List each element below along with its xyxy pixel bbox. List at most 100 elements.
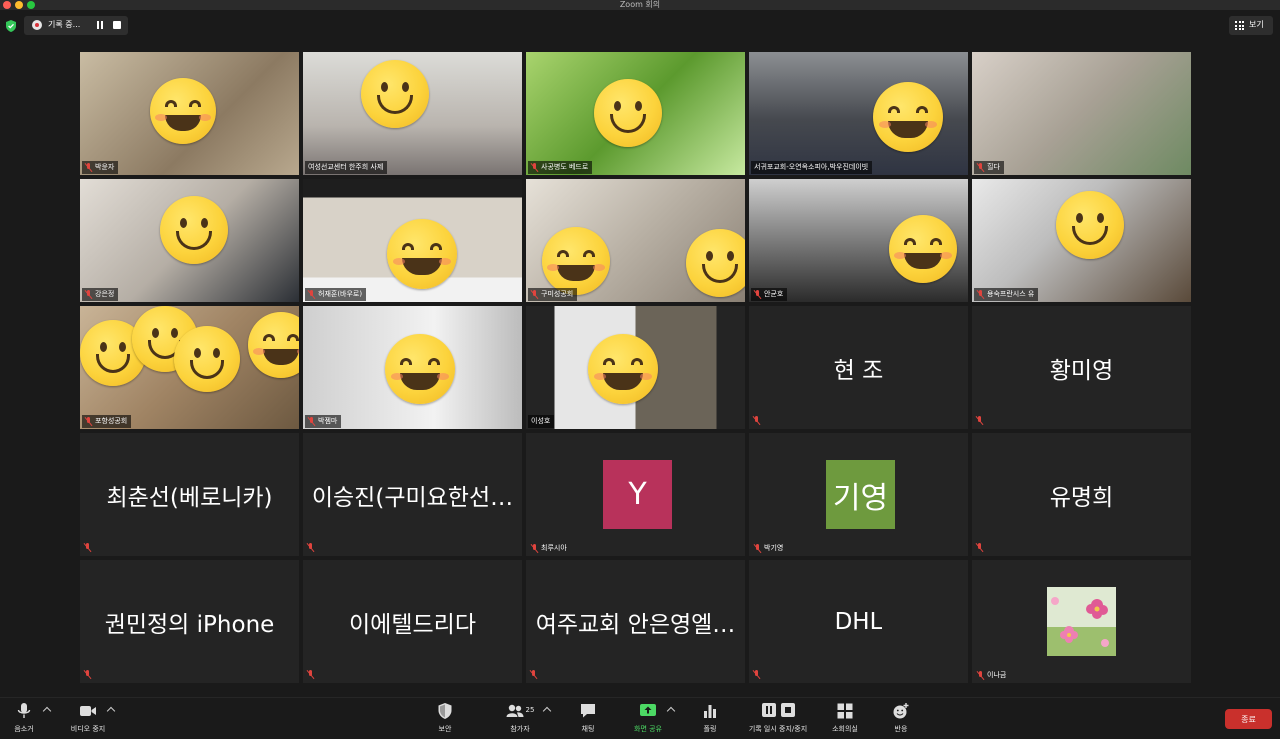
- face-mask-emoji-icon: [174, 326, 240, 392]
- participant-tile[interactable]: 황미영: [972, 306, 1191, 429]
- participant-tile[interactable]: DHL: [749, 560, 968, 683]
- mic-muted-icon: [753, 416, 760, 425]
- face-mask-emoji-icon: [686, 229, 745, 297]
- participant-display-name: 이에텔드리다: [309, 560, 516, 683]
- share-screen-icon: [640, 704, 656, 716]
- participant-tile[interactable]: 여주교회 안은영엘…: [526, 560, 745, 683]
- stop-video-button[interactable]: 비디오 중지: [66, 702, 110, 736]
- polls-button[interactable]: 폴링: [698, 702, 722, 736]
- participant-tile[interactable]: 강은정: [80, 179, 299, 302]
- mic-muted-icon: [531, 290, 538, 299]
- security-label: 보안: [438, 725, 452, 733]
- participant-tile[interactable]: 서귀포교회-오연옥소피아,박우진데이빗: [749, 52, 968, 175]
- video-camera-icon: [80, 706, 96, 716]
- mic-muted-icon: [307, 543, 314, 552]
- chat-label: 채팅: [581, 725, 595, 733]
- participant-name: 유명희: [1049, 484, 1114, 511]
- breakout-rooms-button[interactable]: 소회의실: [828, 702, 862, 736]
- reactions-button[interactable]: 반응: [890, 702, 912, 736]
- face-mask-emoji-icon: [150, 78, 216, 144]
- mic-muted-icon: [753, 670, 760, 679]
- participant-name: 강은정: [95, 290, 115, 298]
- share-screen-button[interactable]: 화면 공유: [628, 702, 668, 736]
- participant-name-label: 박윤자: [82, 161, 119, 174]
- participant-tile[interactable]: 여성선교센터 한주희 사제: [303, 52, 522, 175]
- participant-name-label: 사공병도 베드로: [528, 161, 593, 174]
- participant-name: 이승진(구미요한선…: [311, 484, 514, 511]
- participant-name: 황미영: [1049, 357, 1114, 384]
- face-mask-emoji-icon: [594, 79, 662, 147]
- participant-name: 구미성공회: [541, 290, 574, 298]
- participant-display-name: DHL: [755, 560, 962, 683]
- polls-label: 폴링: [703, 725, 717, 733]
- participant-tile[interactable]: 이승진(구미요한선…: [303, 433, 522, 556]
- participants-options-chevron-icon[interactable]: [542, 706, 552, 716]
- mic-muted-icon: [85, 290, 92, 299]
- participant-count: 25: [525, 706, 535, 714]
- participant-tile[interactable]: 이나금: [972, 560, 1191, 683]
- security-shield-icon[interactable]: [6, 20, 16, 32]
- mute-button[interactable]: 음소거: [10, 702, 38, 736]
- participant-tile[interactable]: 최춘선(베로니카): [80, 433, 299, 556]
- participant-name: 허재훈(바우로): [318, 290, 363, 298]
- participants-button[interactable]: 25 참가자: [500, 702, 540, 736]
- participant-name: 용숙프란시스 유: [987, 290, 1035, 298]
- shield-icon: [438, 703, 452, 719]
- stop-recording-icon[interactable]: [113, 21, 121, 29]
- pause-recording-icon[interactable]: [96, 21, 104, 29]
- participant-name-label: 용숙프란시스 유: [974, 288, 1039, 301]
- participant-tile[interactable]: 사공병도 베드로: [526, 52, 745, 175]
- avatar: Y: [603, 460, 672, 529]
- share-screen-label: 화면 공유: [634, 725, 662, 733]
- reactions-label: 반응: [894, 725, 908, 733]
- participant-tile[interactable]: 이에텔드리다: [303, 560, 522, 683]
- participant-name: 여주교회 안은영엘…: [535, 611, 736, 638]
- participant-display-name: 최춘선(베로니카): [86, 433, 293, 556]
- avatar: 기영: [826, 460, 895, 529]
- mic-muted-icon: [308, 290, 315, 299]
- participant-name: 사공병도 베드로: [541, 163, 589, 171]
- participant-tile[interactable]: 권민정의 iPhone: [80, 560, 299, 683]
- participant-tile[interactable]: 유명희: [972, 433, 1191, 556]
- face-mask-emoji-icon: [542, 227, 610, 295]
- face-mask-emoji-icon: [385, 334, 455, 404]
- participant-name: 서귀포교회-오연옥소피아,박우진데이빗: [754, 163, 869, 171]
- view-button[interactable]: 보기: [1229, 16, 1273, 35]
- participant-name-label: 여성선교센터 한주희 사제: [305, 161, 388, 174]
- record-pause-stop-button[interactable]: 기록 일시 중지/중지: [742, 702, 814, 736]
- mic-muted-icon: [308, 417, 315, 426]
- share-options-chevron-icon[interactable]: [666, 706, 676, 716]
- participant-display-name: 이승진(구미요한선…: [309, 433, 516, 556]
- participant-tile[interactable]: 구미성공회: [526, 179, 745, 302]
- participants-label: 참가자: [510, 725, 530, 733]
- audio-options-chevron-icon[interactable]: [42, 706, 52, 716]
- bar-chart-icon: [704, 705, 716, 718]
- participant-tile[interactable]: 박윤자: [80, 52, 299, 175]
- end-meeting-button[interactable]: 종료: [1225, 709, 1272, 729]
- participant-tile[interactable]: 힐다: [972, 52, 1191, 175]
- recording-indicator: 기록 중...: [24, 16, 128, 35]
- participant-tile[interactable]: 이성호: [526, 306, 745, 429]
- participant-tile[interactable]: 안균호: [749, 179, 968, 302]
- participant-tile[interactable]: 포항성공회: [80, 306, 299, 429]
- participant-tile[interactable]: 현 조: [749, 306, 968, 429]
- mic-muted-icon: [754, 544, 761, 553]
- participant-video: [972, 52, 1191, 175]
- pause-icon: [761, 703, 776, 717]
- mic-muted-icon: [754, 290, 761, 299]
- participant-tile[interactable]: 허재훈(바우로): [303, 179, 522, 302]
- stop-video-label: 비디오 중지: [70, 725, 106, 733]
- security-button[interactable]: 보안: [433, 702, 457, 736]
- participant-tile[interactable]: 기영 박기영: [749, 433, 968, 556]
- participant-tile[interactable]: Y 최루시아: [526, 433, 745, 556]
- chat-button[interactable]: 채팅: [576, 702, 600, 736]
- participant-tile[interactable]: 박젬마: [303, 306, 522, 429]
- mic-muted-icon: [977, 163, 984, 172]
- participant-tile[interactable]: 용숙프란시스 유: [972, 179, 1191, 302]
- participant-name-label: 박젬마: [305, 415, 342, 428]
- participant-name: 최루시아: [541, 544, 567, 552]
- face-mask-emoji-icon: [889, 215, 957, 283]
- participant-name: 박젬마: [318, 417, 338, 425]
- face-mask-emoji-icon: [387, 219, 457, 289]
- participant-name-label: 허재훈(바우로): [305, 288, 367, 301]
